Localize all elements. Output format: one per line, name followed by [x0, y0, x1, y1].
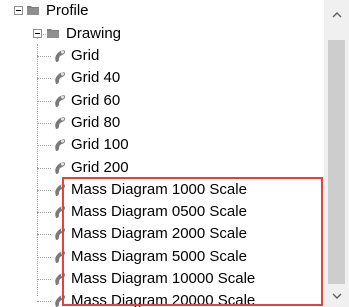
style-icon [55, 273, 65, 285]
tree-node-label: Profile [46, 2, 89, 19]
tree-node-style[interactable]: Grid 100 [0, 134, 320, 156]
tree-node-profile[interactable]: Profile [0, 0, 320, 22]
tree-node-label: Grid 60 [71, 91, 121, 109]
tree-node-label: Grid [71, 47, 100, 64]
style-icon [55, 228, 65, 241]
scroll-down-button[interactable] [324, 285, 349, 307]
tree-node-style[interactable]: Mass Diagram 1000 Scale [0, 179, 320, 201]
style-icon [55, 161, 65, 174]
tree-node-style[interactable]: Grid 40 [0, 67, 320, 89]
tree-node-label: Grid 40 [71, 69, 121, 87]
tree-node-label: Mass Diagram 1000 Scale [71, 180, 247, 198]
vertical-scrollbar[interactable] [324, 0, 349, 307]
folder-icon [47, 29, 59, 38]
tree-node-style[interactable]: Mass Diagram 20000 Scale [0, 290, 320, 307]
chevron-up-icon [332, 12, 341, 18]
tree-node-style[interactable]: Mass Diagram 10000 Scale [0, 268, 320, 290]
tree-node-label: Drawing [66, 25, 122, 42]
tree-node-style[interactable]: Mass Diagram 0500 Scale [0, 201, 320, 223]
collapse-toggle[interactable] [33, 29, 42, 38]
tree-node-style[interactable]: Grid 80 [0, 112, 320, 134]
style-icon [55, 72, 65, 85]
style-icon [55, 116, 65, 129]
style-icon [55, 139, 65, 152]
style-icon [55, 94, 65, 107]
tree-node-style[interactable]: Mass Diagram 2000 Scale [0, 223, 320, 245]
collapse-toggle[interactable] [14, 6, 23, 15]
tree-node-label: Mass Diagram 2000 Scale [71, 225, 247, 243]
style-icon [55, 50, 65, 62]
tree-node-label: Mass Diagram 10000 Scale [71, 270, 256, 287]
tree-node-style[interactable]: Grid [0, 45, 320, 67]
tree-node-style[interactable]: Mass Diagram 5000 Scale [0, 246, 320, 268]
tree-node-style[interactable]: Grid 60 [0, 90, 320, 112]
tree-node-drawing[interactable]: Drawing [0, 23, 320, 45]
tree-node-label: Grid 200 [71, 158, 129, 176]
style-tree-view[interactable]: Profile Drawing Grid Grid 40 Grid 60 Grid 8… [0, 0, 349, 307]
tree-node-label: Grid 100 [71, 136, 129, 154]
scroll-thumb[interactable] [328, 40, 345, 284]
scroll-up-button[interactable] [324, 4, 349, 26]
style-icon [55, 250, 65, 263]
tree-node-label: Mass Diagram 0500 Scale [71, 203, 247, 221]
tree-node-label: Mass Diagram 5000 Scale [71, 247, 247, 265]
style-icon [55, 206, 65, 219]
style-icon [55, 183, 65, 196]
chevron-down-icon [332, 293, 341, 299]
folder-icon [27, 6, 39, 15]
style-icon [55, 295, 65, 307]
tree-node-label: Mass Diagram 20000 Scale [71, 292, 256, 307]
tree-node-label: Grid 80 [71, 113, 121, 131]
tree-node-style[interactable]: Grid 200 [0, 157, 320, 179]
